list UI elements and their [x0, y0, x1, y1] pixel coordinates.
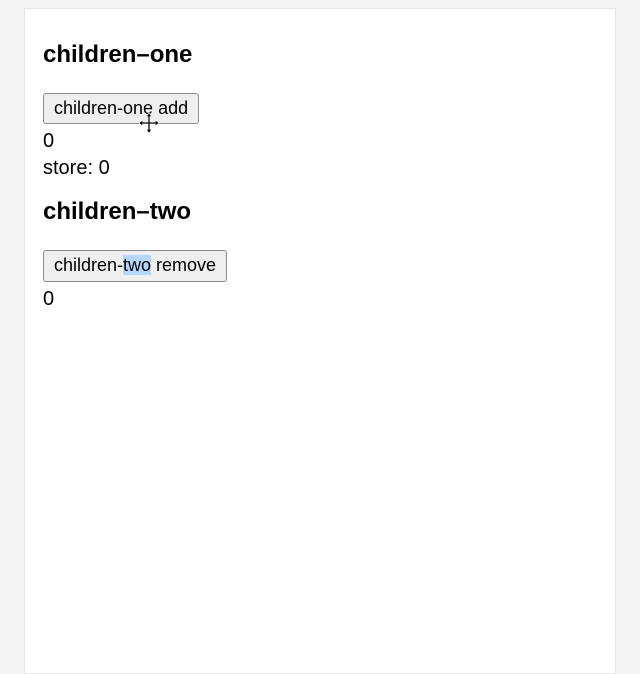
children-two-heading: children–two: [43, 198, 597, 226]
children-one-value: 0: [43, 130, 597, 153]
content-panel: children–one children-one add 0 store: 0…: [24, 8, 616, 674]
children-one-store-line: store: 0: [43, 157, 597, 180]
button-text-suffix: remove: [151, 255, 216, 275]
button-text-prefix: children-: [54, 255, 123, 275]
children-two-remove-button[interactable]: children-two remove: [43, 250, 227, 281]
store-value: 0: [99, 157, 110, 179]
button-text-highlight: two: [123, 255, 151, 275]
children-two-value: 0: [43, 288, 597, 311]
children-one-heading: children–one: [43, 41, 597, 69]
store-label: store:: [43, 157, 93, 179]
children-one-add-button[interactable]: children-one add: [43, 93, 199, 124]
